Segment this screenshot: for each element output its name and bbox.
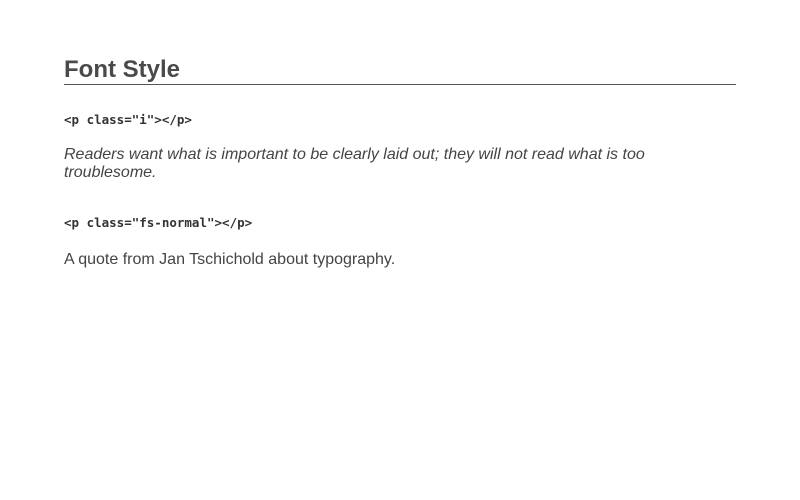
normal-sample-text: A quote from Jan Tschichold about typogr… bbox=[64, 251, 396, 268]
italic-sample-text: Readers want what is important to be cle… bbox=[64, 146, 645, 181]
code-snippet-italic: <p class="i"></p> bbox=[64, 112, 192, 127]
document-page: Font Style <p class="i"></p> Readers wan… bbox=[0, 0, 800, 500]
page-title: Font Style bbox=[64, 56, 736, 85]
example-normal: <p class="fs-normal"></p> A quote from J… bbox=[64, 215, 736, 269]
section-header: Font Style bbox=[64, 0, 736, 85]
example-italic: <p class="i"></p> Readers want what is i… bbox=[64, 112, 736, 182]
code-snippet-normal: <p class="fs-normal"></p> bbox=[64, 215, 253, 230]
